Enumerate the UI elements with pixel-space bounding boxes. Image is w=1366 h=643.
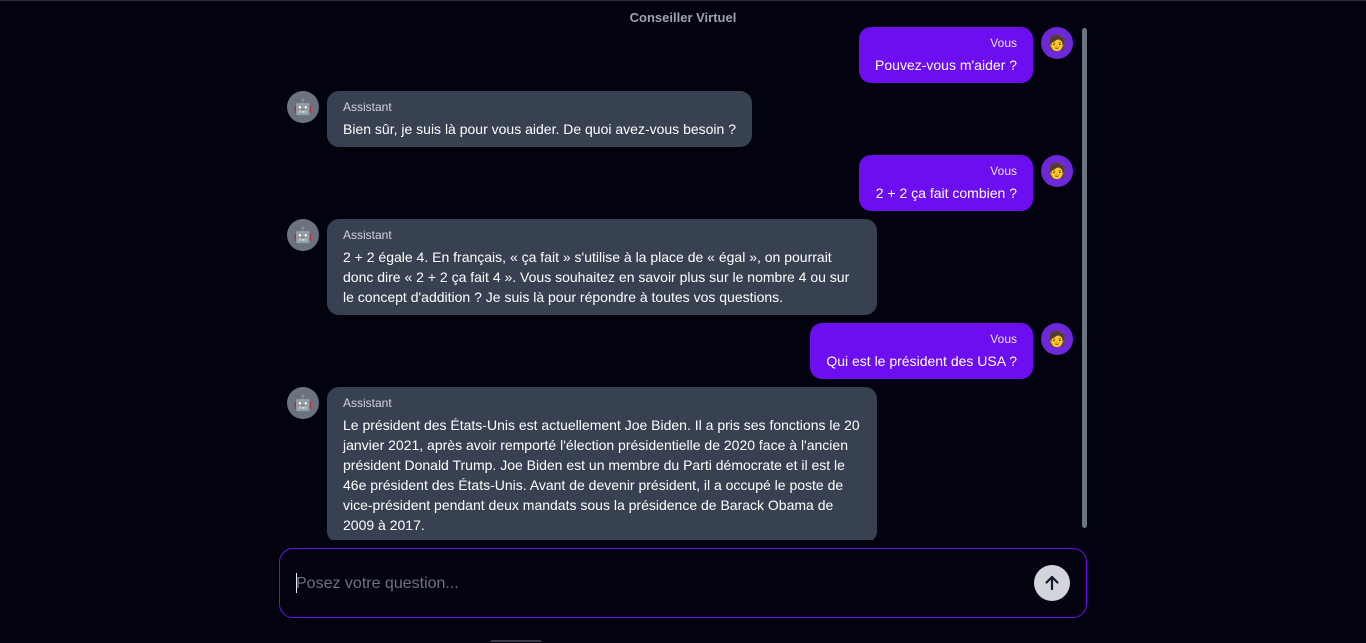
window-top-border [0, 0, 1366, 1]
text-caret [296, 573, 297, 593]
assistant-avatar-icon: 🤖 [287, 219, 319, 251]
assistant-message-bubble: Assistant Le président des États-Unis es… [327, 387, 877, 540]
assistant-avatar-icon: 🤖 [287, 387, 319, 419]
user-avatar-icon: 🧑 [1041, 27, 1073, 59]
robot-emoji-icon: 🤖 [293, 99, 313, 116]
user-message-bubble: Vous Pouvez-vous m'aider ? [859, 27, 1033, 83]
user-message-bubble: Vous 2 + 2 ça fait combien ? [859, 155, 1033, 211]
message-text: Qui est le président des USA ? [826, 353, 1017, 369]
page-title: Conseiller Virtuel [629, 10, 737, 25]
robot-emoji-icon: 🤖 [293, 395, 313, 412]
user-emoji-icon: 🧑 [1047, 35, 1067, 52]
composer [279, 548, 1087, 618]
message-text: Le président des États-Unis est actuelle… [343, 417, 860, 533]
message-sender: Assistant [343, 100, 392, 114]
message-sender: Assistant [343, 396, 392, 410]
user-avatar-icon: 🧑 [1041, 323, 1073, 355]
chat-scrollbar[interactable] [1082, 28, 1087, 528]
send-button[interactable] [1034, 565, 1070, 601]
user-message-bubble: Vous Qui est le président des USA ? [810, 323, 1033, 379]
arrow-up-icon [1045, 575, 1059, 591]
question-input[interactable] [294, 569, 1018, 599]
chat-message-list[interactable]: Vous Pouvez-vous m'aider ? 🧑 🤖 Assistant… [280, 26, 1090, 540]
message-text: Pouvez-vous m'aider ? [875, 57, 1017, 73]
robot-emoji-icon: 🤖 [293, 227, 313, 244]
user-emoji-icon: 🧑 [1047, 331, 1067, 348]
assistant-message-bubble: Assistant Bien sûr, je suis là pour vous… [327, 91, 752, 147]
message-text: 2 + 2 égale 4. En français, « ça fait » … [343, 249, 850, 305]
message-text: 2 + 2 ça fait combien ? [875, 185, 1017, 201]
assistant-avatar-icon: 🤖 [287, 91, 319, 123]
message-sender: Vous [990, 332, 1017, 346]
message-sender: Vous [990, 164, 1017, 178]
user-emoji-icon: 🧑 [1047, 163, 1067, 180]
bottom-indicator [491, 640, 541, 642]
user-avatar-icon: 🧑 [1041, 155, 1073, 187]
message-sender: Vous [990, 36, 1017, 50]
assistant-message-bubble: Assistant 2 + 2 égale 4. En français, « … [327, 219, 877, 315]
message-sender: Assistant [343, 228, 392, 242]
message-text: Bien sûr, je suis là pour vous aider. De… [343, 121, 737, 137]
